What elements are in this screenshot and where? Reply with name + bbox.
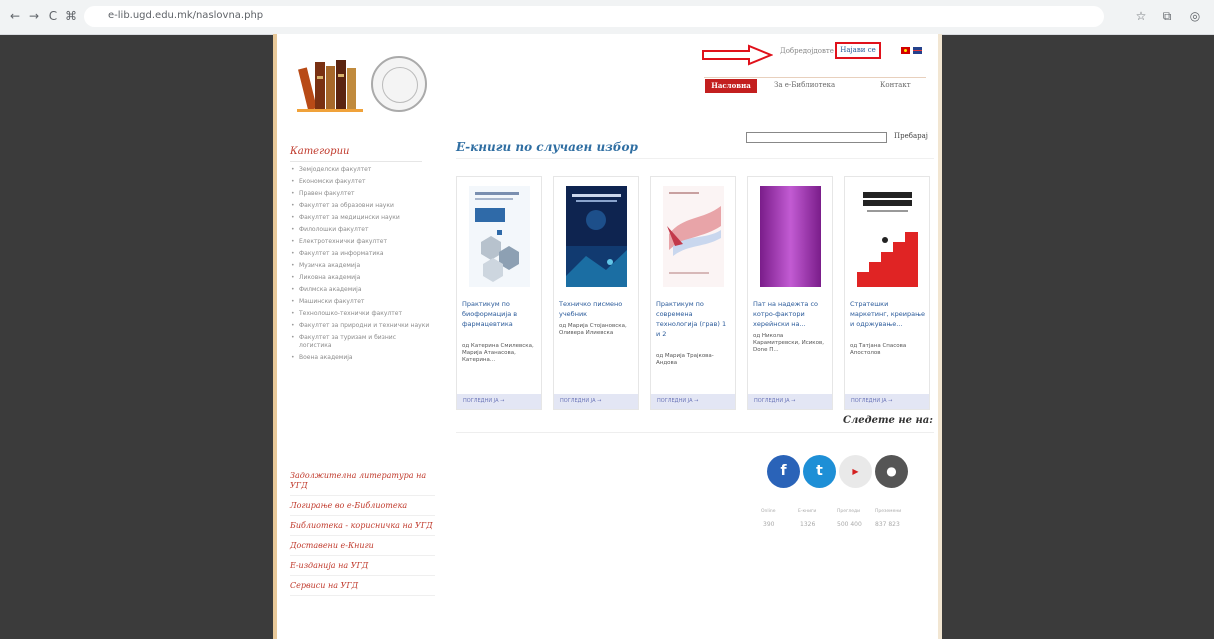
browser-toolbar: ← → C ⌘ e-lib.ugd.edu.mk/naslovna.php ☆ …	[0, 0, 1214, 35]
youtube-icon[interactable]: ▶	[839, 455, 872, 488]
book-card[interactable]: Стратешки маркетинг, креирање и одржувањ…	[844, 176, 930, 410]
sidebar-links: Задолжителна литература на УГД Логирање …	[290, 466, 435, 596]
book-title[interactable]: Техничко писмено учебник	[559, 299, 635, 319]
welcome-text: Добредојдовте	[780, 47, 834, 55]
macedonian-flag-icon[interactable]	[901, 47, 910, 54]
site-page: Добредојдовте Најави се Насловна За е-Би…	[273, 34, 942, 639]
book-cover[interactable]	[566, 186, 627, 287]
book-card[interactable]: Техничко писмено учебник од Марија Стоја…	[553, 176, 639, 410]
book-authors: од Катерина Смилевска, Марија Атанасова,…	[462, 343, 534, 363]
sidebar-link[interactable]: Задолжителна литература на УГД	[290, 466, 435, 496]
stat-value: 837 823	[875, 521, 900, 528]
book-authors: од Никола Карамитревски, Исиков, Done П.…	[753, 333, 824, 353]
book-authors: од Марија Стојановска, Оливера Илиевска	[559, 323, 627, 336]
book-title[interactable]: Практикум по биоформација в фармацевтика	[462, 299, 538, 329]
divider	[290, 161, 422, 162]
book-authors: од Татјана Спасова Апостолов	[850, 343, 907, 356]
university-seal-icon	[371, 56, 427, 112]
category-item[interactable]: Правен факултет	[290, 190, 430, 198]
nav-home[interactable]: Насловна	[705, 79, 757, 93]
category-item[interactable]: Факултет за туризам и бизнис логистика	[290, 334, 430, 350]
stat-label: Online	[761, 509, 776, 514]
book-title[interactable]: Практикум по современа технологија (грав…	[656, 299, 732, 339]
nav-about[interactable]: За е-Библиотека	[774, 81, 835, 89]
view-book-button[interactable]: ПОГЛЕДНИ ЈА →	[457, 394, 541, 409]
stat-value: 500 400	[837, 521, 862, 528]
forward-icon[interactable]: →	[25, 7, 43, 25]
book-authors: од Марија Трајкова-Андова	[656, 353, 714, 366]
divider	[456, 158, 934, 159]
stat-label: Преземени	[875, 509, 902, 514]
extensions-icon[interactable]: ⧉	[1158, 7, 1176, 25]
view-book-button[interactable]: ПОГЛЕДНИ ЈА →	[554, 394, 638, 409]
category-item[interactable]: Електротехнички факултет	[290, 238, 430, 246]
site-info-icon[interactable]: ⌘	[62, 7, 80, 25]
sidebar-link[interactable]: Логирање во е-Библиотека	[290, 496, 435, 516]
reload-icon[interactable]: C	[44, 7, 62, 25]
books-logo-icon[interactable]	[295, 54, 365, 112]
category-item[interactable]: Факултет за медицински науки	[290, 214, 430, 222]
bookmark-star-icon[interactable]: ☆	[1132, 7, 1150, 25]
address-bar[interactable]: e-lib.ugd.edu.mk/naslovna.php	[84, 6, 1104, 27]
category-item[interactable]: Факултет за природни и технички науки	[290, 322, 430, 330]
twitter-icon[interactable]: t	[803, 455, 836, 488]
category-list: Земјоделски факултет Економски факултет …	[290, 166, 430, 366]
english-flag-icon[interactable]	[913, 47, 922, 54]
book-title[interactable]: Стратешки маркетинг, креирање и одржувањ…	[850, 299, 926, 329]
apple-icon[interactable]: ●	[875, 455, 908, 488]
stat-label: Е-книги	[798, 509, 817, 514]
book-cover[interactable]	[857, 186, 918, 287]
book-card[interactable]: Практикум по современа технологија (грав…	[650, 176, 736, 410]
book-card[interactable]: Практикум по биоформација в фармацевтика…	[456, 176, 542, 410]
category-item[interactable]: Факултет за информатика	[290, 250, 430, 258]
search-input[interactable]	[746, 132, 887, 143]
category-item[interactable]: Музичка академија	[290, 262, 430, 270]
book-cover[interactable]	[469, 186, 530, 287]
category-item[interactable]: Филмска академија	[290, 286, 430, 294]
sidebar-link[interactable]: Е-изданија на УГД	[290, 556, 435, 576]
divider	[456, 432, 934, 433]
stat-value: 1326	[800, 521, 816, 528]
category-item[interactable]: Факултет за образовни науки	[290, 202, 430, 210]
book-cover[interactable]	[760, 186, 821, 287]
sidebar-link[interactable]: Доставени е-Книги	[290, 536, 435, 556]
sidebar-link[interactable]: Библиотека - корисничка на УГД	[290, 516, 435, 536]
categories-heading: Категории	[290, 146, 350, 157]
stat-label: Прегледи	[837, 509, 861, 514]
category-item[interactable]: Филолошки факултет	[290, 226, 430, 234]
profile-icon[interactable]: ◎	[1186, 7, 1204, 25]
red-arrow-icon	[702, 44, 773, 66]
login-link[interactable]: Најави се	[835, 42, 881, 59]
random-books-heading: Е-книги по случаен избор	[456, 140, 638, 154]
search-button[interactable]: Пребарај	[894, 132, 928, 140]
back-icon[interactable]: ←	[6, 7, 24, 25]
category-item[interactable]: Воена академија	[290, 354, 430, 362]
book-title[interactable]: Пат на надежта со котро-фактори херейнск…	[753, 299, 829, 329]
view-book-button[interactable]: ПОГЛЕДНИ ЈА →	[845, 394, 929, 409]
stat-value: 390	[763, 521, 775, 528]
book-cover[interactable]	[663, 186, 724, 287]
facebook-icon[interactable]: f	[767, 455, 800, 488]
view-book-button[interactable]: ПОГЛЕДНИ ЈА →	[748, 394, 832, 409]
url-text: e-lib.ugd.edu.mk/naslovna.php	[108, 10, 264, 21]
category-item[interactable]: Земјоделски факултет	[290, 166, 430, 174]
nav-contact[interactable]: Контакт	[880, 81, 911, 89]
book-card[interactable]: Пат на надежта со котро-фактори херейнск…	[747, 176, 833, 410]
category-item[interactable]: Ликовна академија	[290, 274, 430, 282]
top-navigation: Насловна За е-Библиотека Контакт	[704, 77, 926, 95]
follow-heading: Следете не на:	[843, 415, 933, 426]
sidebar-link[interactable]: Сервиси на УГД	[290, 576, 435, 596]
category-item[interactable]: Технолошко-технички факултет	[290, 310, 430, 318]
view-book-button[interactable]: ПОГЛЕДНИ ЈА →	[651, 394, 735, 409]
category-item[interactable]: Економски факултет	[290, 178, 430, 186]
category-item[interactable]: Машински факултет	[290, 298, 430, 306]
